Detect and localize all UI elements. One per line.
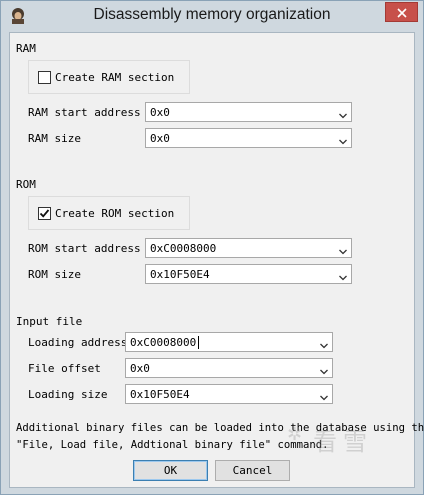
watermark: ✲ 看雪 <box>287 420 417 460</box>
ram-start-label: RAM start address <box>28 106 141 119</box>
ok-button[interactable]: OK <box>133 460 208 481</box>
check-icon <box>39 209 50 218</box>
rom-size-combo[interactable]: 0x10F50E4 <box>145 264 352 284</box>
chevron-down-icon[interactable] <box>339 135 347 148</box>
ram-size-combo[interactable]: 0x0 <box>145 128 352 148</box>
ram-start-value: 0x0 <box>150 106 170 119</box>
loading-address-label: Loading address <box>28 336 128 349</box>
chevron-down-icon[interactable] <box>320 391 328 404</box>
loading-size-value: 0x10F50E4 <box>130 388 190 401</box>
text-caret <box>198 336 199 349</box>
close-icon <box>397 8 407 18</box>
create-rom-checkbox[interactable] <box>38 207 51 220</box>
rom-start-combo[interactable]: 0xC0008000 <box>145 238 352 258</box>
ram-start-combo[interactable]: 0x0 <box>145 102 352 122</box>
chevron-down-icon[interactable] <box>320 339 328 352</box>
watermark-logo-icon: ✲ <box>287 424 303 445</box>
create-ram-checkbox[interactable] <box>38 71 51 84</box>
chevron-down-icon[interactable] <box>320 365 328 378</box>
input-file-section-label: Input file <box>16 315 83 328</box>
rom-start-label: ROM start address <box>28 242 141 255</box>
rom-start-value: 0xC0008000 <box>150 242 217 255</box>
chevron-down-icon[interactable] <box>339 245 347 258</box>
rom-section-label: ROM <box>16 178 36 191</box>
cancel-button[interactable]: Cancel <box>215 460 290 481</box>
loading-size-label: Loading size <box>28 388 108 401</box>
file-offset-combo[interactable]: 0x0 <box>125 358 333 378</box>
file-offset-label: File offset <box>28 362 101 375</box>
create-ram-label[interactable]: Create RAM section <box>55 71 174 84</box>
ram-size-label: RAM size <box>28 132 81 145</box>
ram-size-value: 0x0 <box>150 132 170 145</box>
file-offset-value: 0x0 <box>130 362 150 375</box>
rom-size-value: 0x10F50E4 <box>150 268 210 281</box>
create-rom-group: Create ROM section <box>28 196 190 230</box>
info-text-line2: "File, Load file, Addtional binary file"… <box>16 439 329 451</box>
loading-size-combo[interactable]: 0x10F50E4 <box>125 384 333 404</box>
watermark-text: 看雪 <box>313 428 373 456</box>
create-ram-group: Create RAM section <box>28 60 190 94</box>
chevron-down-icon[interactable] <box>339 271 347 284</box>
window-title: Disassembly memory organization <box>93 6 331 23</box>
ram-section-label: RAM <box>16 42 36 55</box>
loading-address-combo[interactable]: 0xC0008000 <box>125 332 333 352</box>
loading-address-value[interactable]: 0xC0008000 <box>130 336 196 349</box>
dialog-window: Disassembly memory organization RAM Crea… <box>0 0 424 495</box>
close-button[interactable] <box>385 2 418 22</box>
title-bar[interactable]: Disassembly memory organization <box>1 1 423 31</box>
chevron-down-icon[interactable] <box>339 109 347 122</box>
create-rom-label[interactable]: Create ROM section <box>55 207 174 220</box>
rom-size-label: ROM size <box>28 268 81 281</box>
